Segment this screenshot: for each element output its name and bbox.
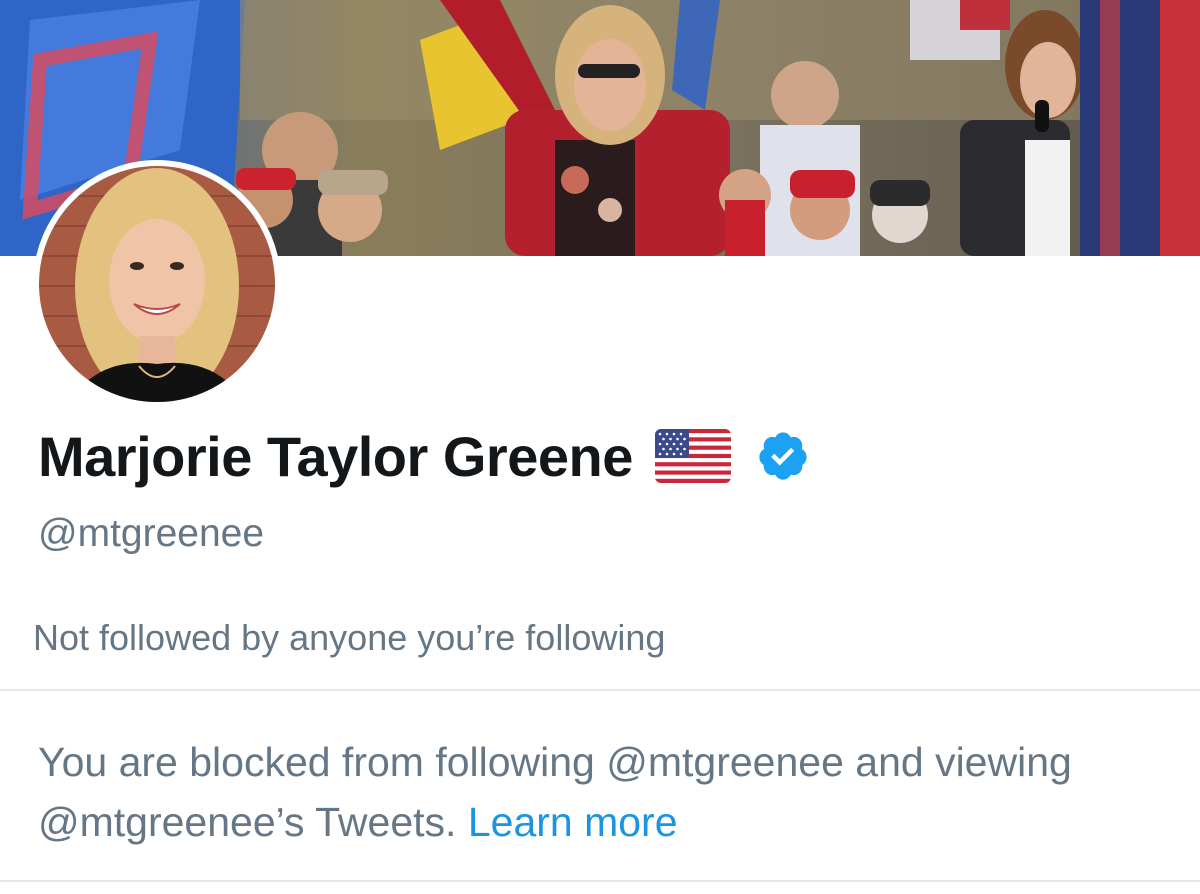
learn-more-link[interactable]: Learn more (468, 799, 678, 845)
avatar-photo (39, 166, 275, 402)
profile-handle: @mtgreenee (38, 512, 265, 555)
profile-name-row: Marjorie Taylor Greene (38, 420, 810, 492)
divider (0, 880, 1200, 882)
display-name: Marjorie Taylor Greene (38, 424, 633, 488)
verified-badge-icon[interactable] (756, 429, 810, 483)
us-flag-icon (654, 429, 731, 483)
blocked-notice: You are blocked from following @mtgreene… (38, 732, 1168, 852)
profile-avatar[interactable] (33, 160, 281, 408)
divider (0, 689, 1200, 691)
followers-you-know-text: Not followed by anyone you’re following (33, 617, 666, 658)
profile-page: Marjorie Taylor Greene @mtgreenee Not fo… (0, 0, 1200, 894)
